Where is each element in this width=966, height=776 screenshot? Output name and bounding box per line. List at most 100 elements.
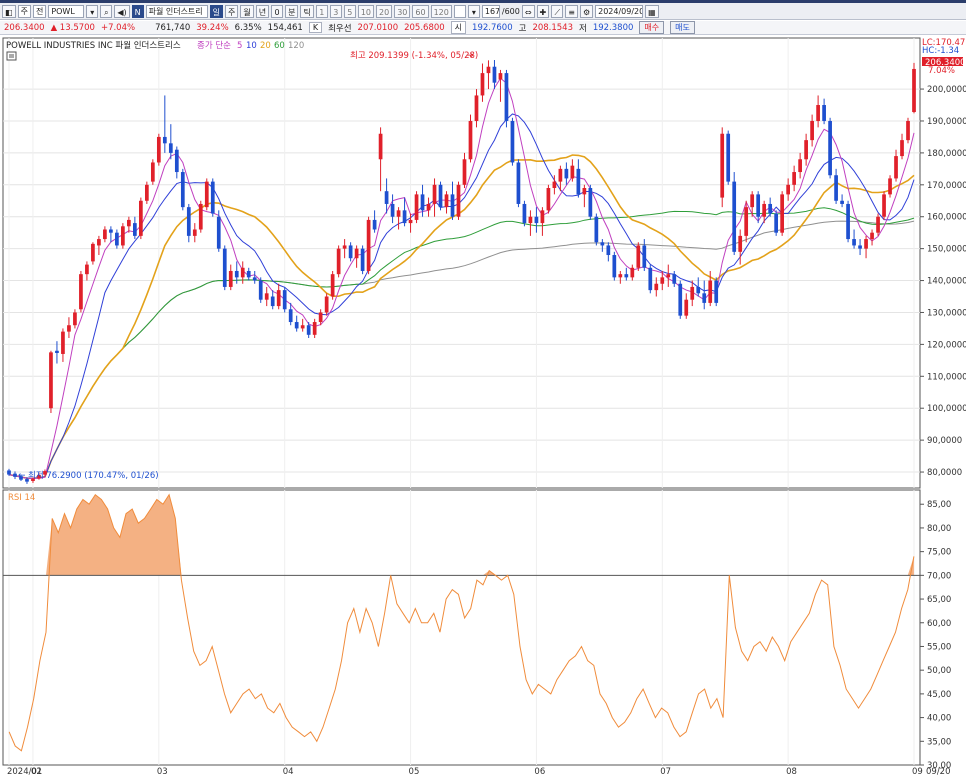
- symbol-dropdown-icon[interactable]: ▾: [86, 4, 99, 18]
- symbol-input[interactable]: POWL: [48, 4, 85, 18]
- candle-body: [138, 200, 143, 236]
- candle-body: [109, 229, 113, 233]
- candle-body: [540, 210, 545, 224]
- candle-body: [342, 245, 347, 249]
- period-tab-year[interactable]: 년: [255, 4, 270, 18]
- price-panel-frame: [2, 37, 921, 489]
- low-price: 192.3800: [592, 22, 634, 33]
- minute-20[interactable]: 20: [376, 4, 393, 18]
- search-icon[interactable]: ⌕: [100, 4, 113, 18]
- list-icon[interactable]: ≡: [565, 4, 578, 18]
- candle-body: [732, 181, 737, 252]
- candle: [49, 350, 53, 413]
- minute-5[interactable]: 5: [343, 4, 356, 18]
- panel-menu-icon[interactable]: [6, 51, 17, 61]
- candle: [91, 242, 95, 265]
- speaker-icon[interactable]: ◀): [114, 4, 130, 18]
- candle-body: [324, 296, 329, 313]
- minute-3[interactable]: 3: [329, 4, 342, 18]
- x-axis-label: 02: [31, 767, 42, 776]
- candle: [456, 181, 461, 220]
- candle-body: [822, 105, 826, 121]
- candle: [846, 200, 850, 243]
- candle-body: [702, 293, 707, 303]
- date-input[interactable]: 2024/09/20: [595, 4, 644, 18]
- crosshair-icon[interactable]: ✚: [536, 4, 550, 18]
- rsi-tick-label: 40,00: [927, 714, 951, 724]
- candle-body: [390, 203, 395, 217]
- candle-body: [888, 178, 892, 195]
- candle-body: [67, 325, 71, 332]
- market-select[interactable]: 주: [17, 4, 31, 18]
- candle-body: [240, 267, 245, 278]
- minute-120[interactable]: 120: [430, 4, 452, 18]
- candle-body: [306, 325, 311, 335]
- candle-body: [450, 194, 455, 217]
- layout-icon[interactable]: ◧: [2, 4, 16, 18]
- candle: [150, 159, 155, 185]
- high-price: 208.1543: [532, 22, 573, 33]
- trend-icon[interactable]: ⟋: [551, 4, 564, 18]
- candle-body: [444, 194, 449, 208]
- rsi-tick-label: 60,00: [927, 619, 951, 629]
- candle-body: [642, 245, 647, 268]
- period-tab-tick[interactable]: 틱: [300, 4, 314, 18]
- candle-body: [528, 216, 533, 224]
- candle-body: [198, 203, 203, 230]
- x-axis-label: 03: [157, 767, 168, 776]
- mode-select[interactable]: 전: [32, 4, 47, 18]
- candle: [912, 62, 916, 114]
- candle-body: [666, 274, 671, 278]
- candle-body: [288, 309, 293, 323]
- count-spinner-icon[interactable]: ▾: [467, 4, 480, 18]
- price-change: ▲ 13.5700: [50, 22, 95, 33]
- candle-body: [726, 133, 731, 182]
- candle-body: [630, 267, 635, 278]
- candle-body: [204, 181, 209, 208]
- toolbar: ◧ 주 전 POWL ▾ ⌕ ◀) N 파월 인더스트리 일 주 월 년 0 분…: [0, 3, 966, 20]
- symbol-name: 파월 인더스트리: [145, 4, 208, 18]
- period-tab-week[interactable]: 주: [224, 4, 239, 18]
- candle-body: [252, 277, 257, 281]
- candle-body: [882, 194, 886, 217]
- minute-1[interactable]: 1: [315, 4, 328, 18]
- minute-30[interactable]: 30: [394, 4, 411, 18]
- candle-body: [594, 216, 599, 243]
- last-price: 206.3400: [4, 22, 45, 33]
- candle: [612, 251, 617, 281]
- price-chart[interactable]: 80,0000 90,0000 100,0000 110,0000 120,0000 13…: [0, 36, 966, 776]
- candle-body: [660, 277, 665, 284]
- period-tab-month[interactable]: 월: [240, 4, 254, 18]
- minute-custom-input[interactable]: [453, 4, 466, 18]
- candle-body: [780, 194, 785, 233]
- candle: [79, 270, 83, 313]
- candle: [366, 216, 371, 275]
- sell-button[interactable]: 매도: [670, 21, 695, 34]
- candle: [414, 191, 419, 224]
- buy-button[interactable]: 매수: [639, 21, 665, 34]
- candle-body: [282, 290, 287, 310]
- candle-body: [870, 232, 874, 240]
- price-tick-label: 200,0000: [927, 85, 966, 95]
- minute-10[interactable]: 10: [357, 4, 375, 18]
- candle-body: [648, 267, 653, 291]
- period-tab-zero[interactable]: 0: [271, 4, 284, 18]
- count-input[interactable]: 167: [481, 4, 500, 18]
- candle-body: [276, 290, 281, 307]
- settings-icon[interactable]: ⚙: [579, 4, 594, 18]
- candle: [828, 117, 832, 179]
- candle: [906, 117, 910, 144]
- candle-body: [420, 194, 425, 211]
- minute-60[interactable]: 60: [412, 4, 429, 18]
- period-tab-active[interactable]: 일: [209, 4, 223, 18]
- zoom-icon[interactable]: ⇔: [521, 4, 535, 18]
- calendar-icon[interactable]: ▦: [645, 4, 659, 18]
- candle-body: [606, 245, 611, 256]
- candle-body: [576, 168, 581, 195]
- period-tab-minute[interactable]: 분: [285, 4, 299, 18]
- candle: [468, 114, 473, 163]
- price-tick-label: 170,0000: [927, 181, 966, 191]
- candle: [438, 181, 443, 211]
- rsi-tick-label: 45,00: [927, 690, 951, 700]
- x-axis-label: 04: [283, 767, 294, 776]
